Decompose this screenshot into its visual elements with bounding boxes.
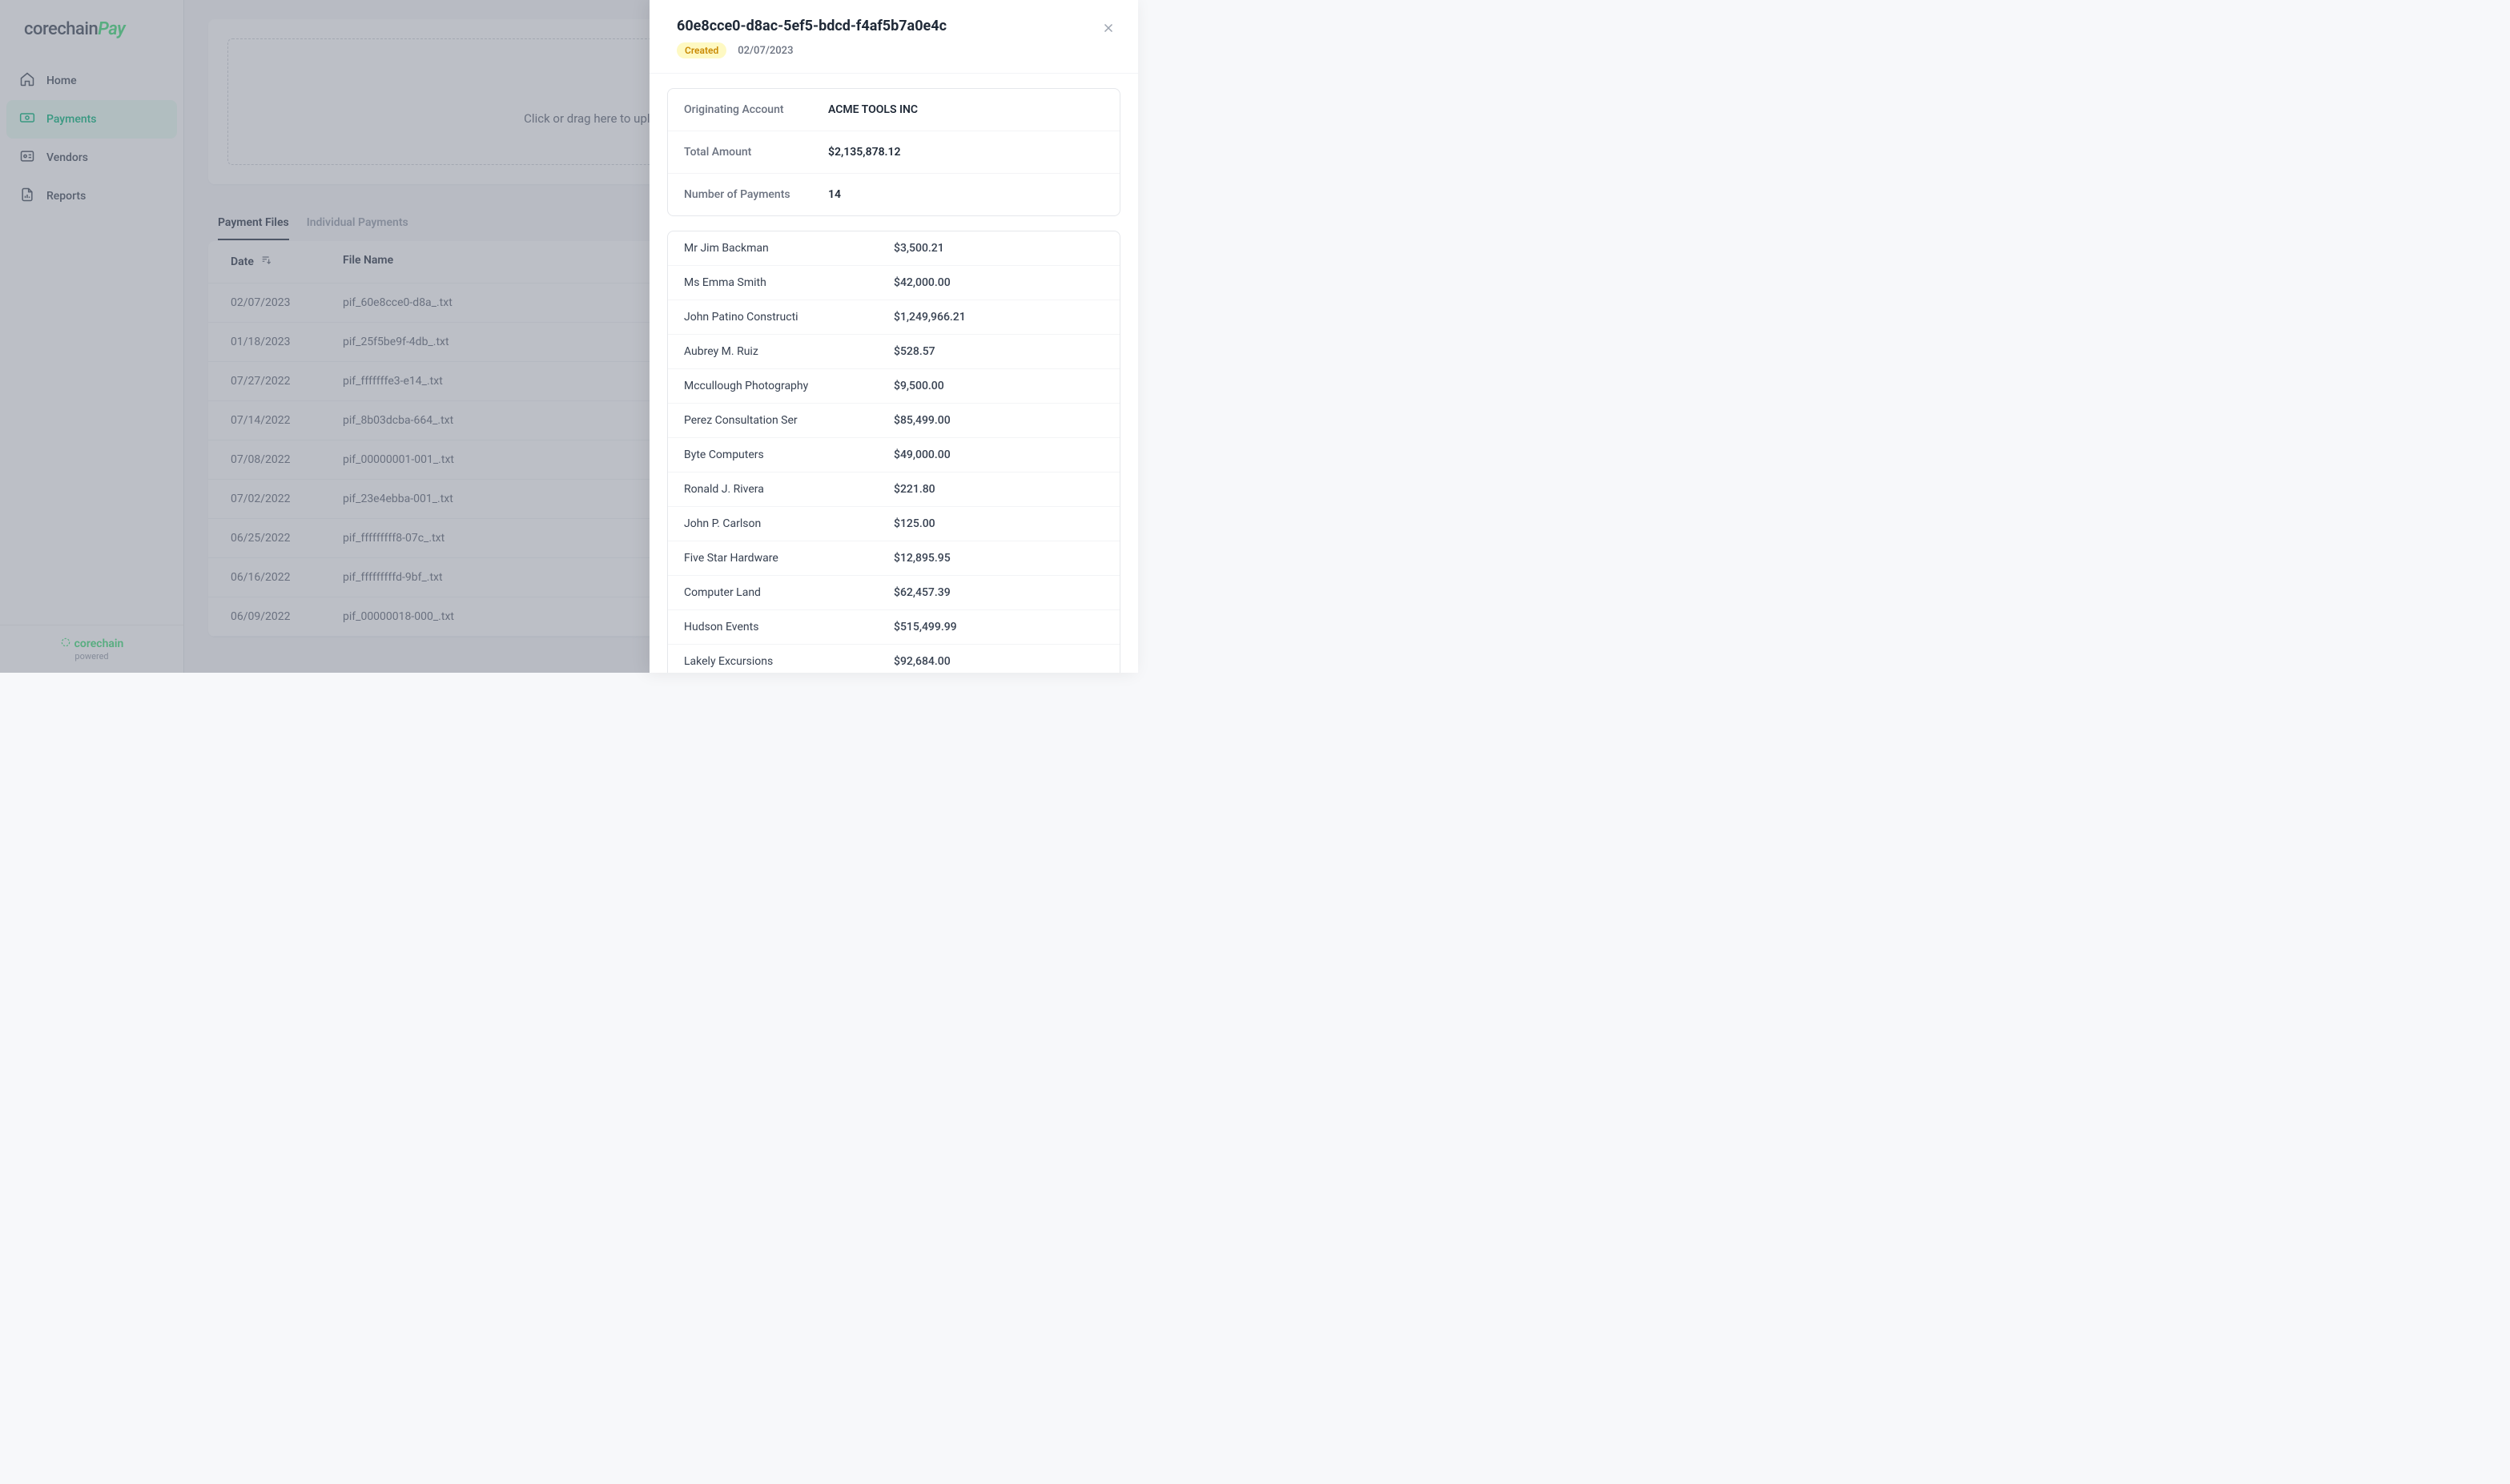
payee-amount: $3,500.21 <box>894 242 1104 255</box>
payee-name: Mccullough Photography <box>684 380 894 392</box>
payee-amount: $9,500.00 <box>894 380 1104 392</box>
payment-row[interactable]: Ms Emma Smith$42,000.00 <box>668 266 1120 300</box>
payments-list: Mr Jim Backman$3,500.21Ms Emma Smith$42,… <box>667 231 1120 673</box>
payee-amount: $62,457.39 <box>894 586 1104 599</box>
payment-row[interactable]: Mr Jim Backman$3,500.21 <box>668 231 1120 266</box>
payment-row[interactable]: Computer Land$62,457.39 <box>668 576 1120 610</box>
info-value: $2,135,878.12 <box>828 146 1104 159</box>
info-row: Number of Payments14 <box>668 174 1120 215</box>
payment-row[interactable]: John Patino Constructi$1,249,966.21 <box>668 300 1120 335</box>
info-label: Number of Payments <box>684 188 828 201</box>
payee-name: Five Star Hardware <box>684 552 894 565</box>
payee-name: John Patino Constructi <box>684 311 894 324</box>
close-icon <box>1101 23 1116 38</box>
payee-amount: $125.00 <box>894 517 1104 530</box>
payment-row[interactable]: Five Star Hardware$12,895.95 <box>668 541 1120 576</box>
info-label: Originating Account <box>684 103 828 116</box>
payee-name: Perez Consultation Ser <box>684 414 894 427</box>
info-value: 14 <box>828 188 1104 201</box>
drawer-meta: Created 02/07/2023 <box>677 42 1111 58</box>
payee-name: Aubrey M. Ruiz <box>684 345 894 358</box>
payment-row[interactable]: Aubrey M. Ruiz$528.57 <box>668 335 1120 369</box>
drawer-date: 02/07/2023 <box>738 45 793 57</box>
info-label: Total Amount <box>684 146 828 159</box>
info-row: Total Amount$2,135,878.12 <box>668 131 1120 174</box>
payee-name: John P. Carlson <box>684 517 894 530</box>
drawer-header: 60e8cce0-d8ac-5ef5-bdcd-f4af5b7a0e4c Cre… <box>650 0 1138 74</box>
detail-drawer: 60e8cce0-d8ac-5ef5-bdcd-f4af5b7a0e4c Cre… <box>650 0 1138 673</box>
drawer-title: 60e8cce0-d8ac-5ef5-bdcd-f4af5b7a0e4c <box>677 18 1111 34</box>
drawer-body: Originating AccountACME TOOLS INCTotal A… <box>650 74 1138 673</box>
payee-amount: $85,499.00 <box>894 414 1104 427</box>
payee-name: Ms Emma Smith <box>684 276 894 289</box>
payee-amount: $528.57 <box>894 345 1104 358</box>
payment-row[interactable]: John P. Carlson$125.00 <box>668 507 1120 541</box>
payee-amount: $1,249,966.21 <box>894 311 1104 324</box>
payment-row[interactable]: Hudson Events$515,499.99 <box>668 610 1120 645</box>
payee-name: Hudson Events <box>684 621 894 633</box>
payee-amount: $221.80 <box>894 483 1104 496</box>
payee-amount: $49,000.00 <box>894 448 1104 461</box>
payee-name: Ronald J. Rivera <box>684 483 894 496</box>
payment-row[interactable]: Byte Computers$49,000.00 <box>668 438 1120 473</box>
payee-name: Mr Jim Backman <box>684 242 894 255</box>
payment-row[interactable]: Mccullough Photography$9,500.00 <box>668 369 1120 404</box>
payee-amount: $92,684.00 <box>894 655 1104 668</box>
payee-amount: $42,000.00 <box>894 276 1104 289</box>
payment-row[interactable]: Ronald J. Rivera$221.80 <box>668 473 1120 507</box>
payee-amount: $12,895.95 <box>894 552 1104 565</box>
payee-name: Computer Land <box>684 586 894 599</box>
info-card: Originating AccountACME TOOLS INCTotal A… <box>667 88 1120 216</box>
payment-row[interactable]: Perez Consultation Ser$85,499.00 <box>668 404 1120 438</box>
payment-row[interactable]: Lakely Excursions$92,684.00 <box>668 645 1120 673</box>
payee-name: Lakely Excursions <box>684 655 894 668</box>
payee-name: Byte Computers <box>684 448 894 461</box>
info-row: Originating AccountACME TOOLS INC <box>668 89 1120 131</box>
status-badge: Created <box>677 42 726 58</box>
close-button[interactable] <box>1101 21 1116 38</box>
info-value: ACME TOOLS INC <box>828 103 1104 116</box>
payee-amount: $515,499.99 <box>894 621 1104 633</box>
